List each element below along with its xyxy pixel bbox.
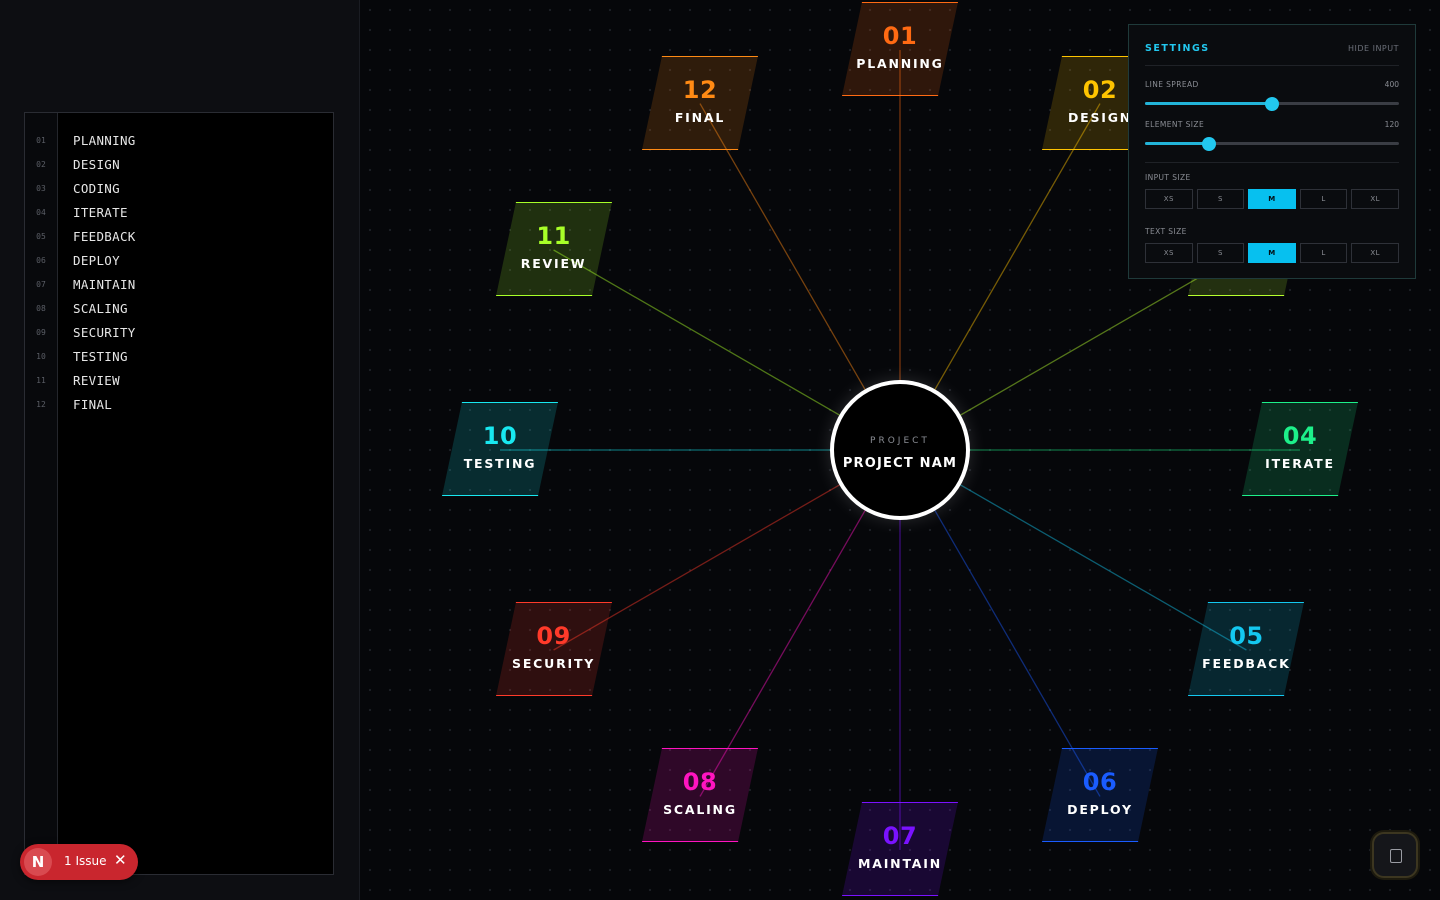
stage-number: 12 <box>682 75 718 104</box>
stage-number: 04 <box>1282 422 1318 450</box>
line-spread-value: 400 <box>1384 80 1399 89</box>
element-size-label: ELEMENT SIZE <box>1145 120 1205 129</box>
input-size-option-s[interactable]: S <box>1196 189 1245 209</box>
center-hub[interactable]: PROJECT PROJECT NAM <box>830 380 970 520</box>
stage-node[interactable]: 08 SCALING <box>640 748 760 844</box>
text-size-selector: XS S M L XL <box>1145 243 1399 263</box>
divider <box>1145 65 1399 66</box>
stage-node[interactable]: 07 MAINTAIN <box>840 802 960 898</box>
settings-title: SETTINGS <box>1145 43 1210 54</box>
nextjs-logo-icon: N <box>24 848 52 876</box>
stage-label: TESTING <box>463 456 537 471</box>
stage-node[interactable]: 01 PLANNING <box>840 2 960 98</box>
input-size-option-xl[interactable]: XL <box>1351 189 1399 209</box>
input-size-selector: XS S M L XL <box>1145 189 1399 209</box>
stage-node[interactable]: 12 FINAL <box>640 55 760 152</box>
stage-number: 07 <box>882 822 918 850</box>
element-size-handle[interactable] <box>1201 136 1216 151</box>
stage-label: REVIEW <box>520 256 587 271</box>
stage-number: 09 <box>536 622 571 650</box>
stage-node[interactable]: 06 DEPLOY <box>1040 748 1160 844</box>
line-spread-label: LINE SPREAD <box>1145 80 1199 89</box>
center-subtitle: PROJECT <box>870 436 930 446</box>
settings-panel: SETTINGS HIDE INPUT LINE SPREAD 400 ELEM… <box>1128 24 1416 279</box>
text-size-option-xl[interactable]: XL <box>1351 243 1399 263</box>
text-size-option-xs[interactable]: XS <box>1145 243 1193 263</box>
stage-label: MAINTAIN <box>858 856 942 871</box>
input-size-option-l[interactable]: L <box>1299 189 1348 209</box>
issue-badge[interactable]: N 1 Issue ✕ <box>20 844 138 880</box>
line-spread-fill <box>1145 102 1272 105</box>
issue-count[interactable]: 1 Issue <box>64 854 106 868</box>
stage-label: SCALING <box>663 802 737 818</box>
stage-number: 01 <box>882 22 918 50</box>
stage-node[interactable]: 11 REVIEW <box>494 202 614 298</box>
stage-node[interactable]: 09 SECURITY <box>494 602 614 698</box>
input-size-label: INPUT SIZE <box>1145 173 1191 182</box>
center-title: PROJECT NAM <box>842 456 958 471</box>
text-size-label: TEXT SIZE <box>1145 227 1187 236</box>
text-size-option-l[interactable]: L <box>1299 243 1348 263</box>
stage-node[interactable]: 04 ITERATE <box>1240 402 1360 498</box>
divider <box>1145 162 1399 163</box>
stage-node[interactable]: 10 TESTING <box>440 402 560 498</box>
line-spread-slider[interactable] <box>1145 96 1399 111</box>
stage-label: ITERATE <box>1265 456 1335 471</box>
stage-label: FINAL <box>674 109 726 125</box>
stage-label: DEPLOY <box>1067 802 1133 818</box>
hide-input-button[interactable]: HIDE INPUT <box>1348 44 1399 53</box>
input-size-option-m[interactable]: M <box>1248 189 1296 209</box>
stage-number: 11 <box>536 222 571 250</box>
stage-label: PLANNING <box>856 56 944 71</box>
input-size-option-xs[interactable]: XS <box>1145 189 1193 209</box>
stage-number: 10 <box>482 422 518 450</box>
stage-label: SECURITY <box>512 656 596 671</box>
stage-number: 08 <box>682 768 718 797</box>
line-spread-handle[interactable] <box>1265 96 1279 111</box>
stage-number: 05 <box>1229 622 1264 650</box>
document-icon <box>1390 849 1402 863</box>
stage-node[interactable]: 05 FEEDBACK <box>1186 602 1306 698</box>
element-size-slider[interactable] <box>1145 136 1399 151</box>
text-size-option-s[interactable]: S <box>1196 243 1245 263</box>
element-size-fill <box>1145 142 1209 145</box>
document-button[interactable] <box>1372 832 1418 878</box>
close-icon[interactable]: ✕ <box>114 851 127 869</box>
element-size-value: 120 <box>1384 120 1399 129</box>
stage-label: FEEDBACK <box>1202 656 1291 671</box>
text-size-option-m[interactable]: M <box>1248 243 1296 263</box>
stage-number: 06 <box>1082 768 1118 797</box>
